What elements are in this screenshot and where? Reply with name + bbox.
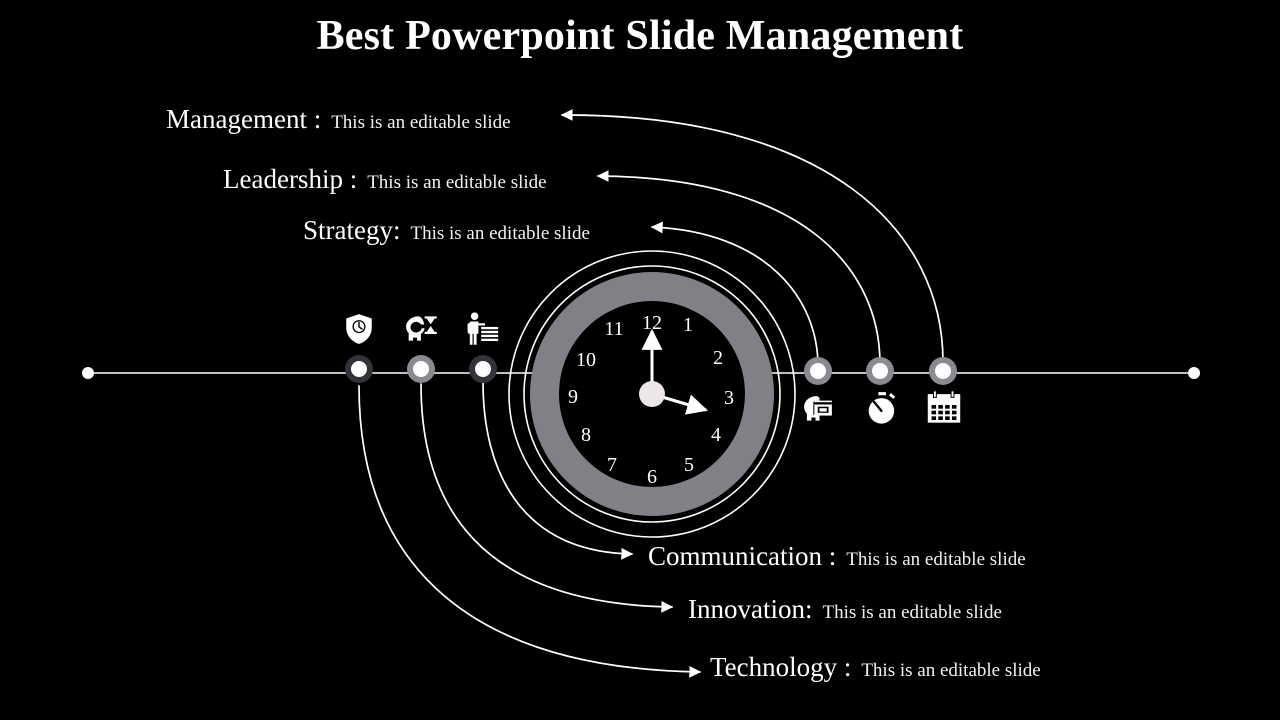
label-strategy[interactable]: Strategy: This is an editable slide xyxy=(303,215,590,246)
shield-clock-icon[interactable] xyxy=(340,310,378,348)
stopwatch-icon[interactable] xyxy=(863,389,901,427)
label-management-desc: This is an editable slide xyxy=(331,112,511,133)
timeline-marker-4[interactable] xyxy=(804,357,832,385)
clock-number-3: 3 xyxy=(724,387,734,409)
clock-number-12: 12 xyxy=(642,312,662,334)
slide-canvas: Best Powerpoint Slide Management 1 2 3 4… xyxy=(0,0,1280,720)
clock-number-10: 10 xyxy=(576,349,596,371)
timeline-endpoint-right xyxy=(1188,367,1200,379)
label-technology-title: Technology : xyxy=(710,652,852,682)
label-management-title: Management : xyxy=(166,104,322,134)
timeline-marker-6[interactable] xyxy=(929,357,957,385)
calendar-icon[interactable] xyxy=(925,388,963,426)
label-innovation-title: Innovation: xyxy=(688,594,813,624)
clock-number-8: 8 xyxy=(581,424,591,446)
label-communication-desc: This is an editable slide xyxy=(846,549,1026,570)
label-leadership-title: Leadership : xyxy=(223,164,358,194)
calendar-head-icon[interactable] xyxy=(800,390,838,428)
clock-number-4: 4 xyxy=(711,424,721,446)
clock-number-11: 11 xyxy=(604,318,623,340)
label-leadership[interactable]: Leadership : This is an editable slide xyxy=(223,164,547,195)
label-innovation-desc: This is an editable slide xyxy=(822,602,1002,623)
label-technology-desc: This is an editable slide xyxy=(861,660,1041,681)
label-leadership-desc: This is an editable slide xyxy=(367,172,547,193)
timeline-marker-2[interactable] xyxy=(407,355,435,383)
clock-number-2: 2 xyxy=(713,347,723,369)
label-management[interactable]: Management : This is an editable slide xyxy=(166,104,511,135)
timeline-marker-3[interactable] xyxy=(469,355,497,383)
clock-number-7: 7 xyxy=(607,454,617,476)
label-communication-title: Communication : xyxy=(648,541,837,571)
label-technology[interactable]: Technology : This is an editable slide xyxy=(710,652,1041,683)
label-communication[interactable]: Communication : This is an editable slid… xyxy=(648,541,1026,572)
timeline-endpoint-left xyxy=(82,367,94,379)
label-innovation[interactable]: Innovation: This is an editable slide xyxy=(688,594,1002,625)
label-strategy-desc: This is an editable slide xyxy=(410,223,590,244)
clock-number-1: 1 xyxy=(683,314,693,336)
timeline-marker-5[interactable] xyxy=(866,357,894,385)
label-strategy-title: Strategy: xyxy=(303,215,401,245)
timeline-marker-1[interactable] xyxy=(345,355,373,383)
person-presenting-icon[interactable] xyxy=(464,310,502,348)
clock-number-9: 9 xyxy=(568,386,578,408)
clock-number-6: 6 xyxy=(647,466,657,488)
head-hourglass-icon[interactable] xyxy=(401,310,439,348)
clock-hub xyxy=(639,381,665,407)
clock-number-5: 5 xyxy=(684,454,694,476)
